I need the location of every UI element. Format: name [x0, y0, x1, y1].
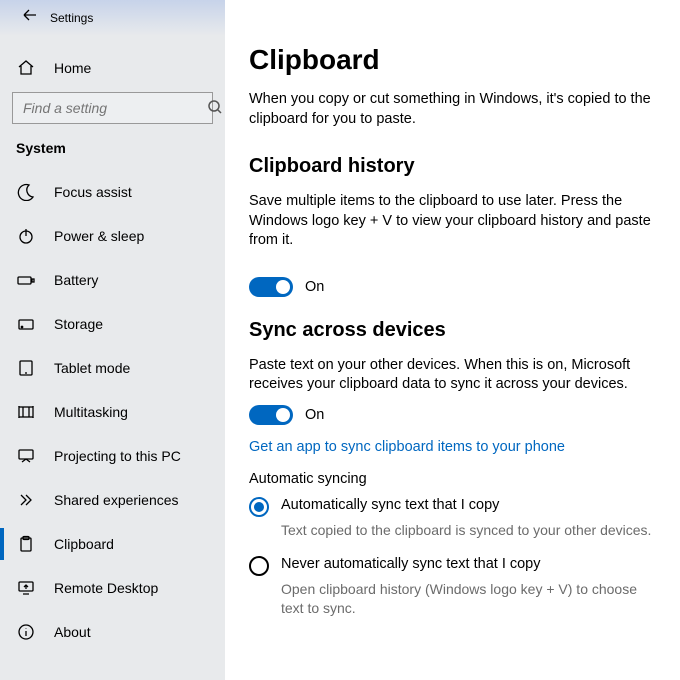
section-heading-history: Clipboard history — [249, 155, 656, 178]
sidebar-item-label: Clipboard — [54, 536, 114, 552]
sidebar-nav-list: Focus assist Power & sleep Battery Stora… — [0, 170, 225, 654]
info-icon — [16, 622, 36, 642]
sidebar-item-tablet-mode[interactable]: Tablet mode — [0, 346, 225, 390]
projecting-icon — [16, 446, 36, 466]
page-intro: When you copy or cut something in Window… — [249, 90, 656, 129]
sidebar-item-home[interactable]: Home — [0, 50, 225, 86]
subheading-auto-sync: Automatic syncing — [249, 471, 656, 487]
search-icon — [207, 99, 223, 118]
back-button[interactable] — [12, 0, 48, 30]
sidebar-item-label: Multitasking — [54, 404, 128, 420]
storage-icon — [16, 314, 36, 334]
page-title: Clipboard — [249, 44, 656, 76]
sidebar-section-header: System — [0, 134, 225, 162]
remote-desktop-icon — [16, 578, 36, 598]
sidebar-item-label: Projecting to this PC — [54, 448, 181, 464]
shared-icon — [16, 490, 36, 510]
clipboard-icon — [16, 534, 36, 554]
sidebar-item-label: Storage — [54, 316, 103, 332]
main-content: Clipboard When you copy or cut something… — [225, 0, 680, 680]
sidebar-item-label: Power & sleep — [54, 228, 144, 244]
section-heading-sync: Sync across devices — [249, 319, 656, 342]
sidebar-item-storage[interactable]: Storage — [0, 302, 225, 346]
radio-sublabel: Text copied to the clipboard is synced t… — [281, 521, 656, 540]
tablet-icon — [16, 358, 36, 378]
section-desc-history: Save multiple items to the clipboard to … — [249, 192, 656, 251]
sidebar-item-label: Tablet mode — [54, 360, 130, 376]
radio-sublabel: Open clipboard history (Windows logo key… — [281, 580, 656, 618]
radio-auto-sync-off[interactable] — [249, 556, 269, 576]
sidebar-item-shared-experiences[interactable]: Shared experiences — [0, 478, 225, 522]
sidebar-item-projecting[interactable]: Projecting to this PC — [0, 434, 225, 478]
sidebar: Settings Home System Focus assist — [0, 0, 225, 680]
sidebar-item-remote-desktop[interactable]: Remote Desktop — [0, 566, 225, 610]
sidebar-item-label: Battery — [54, 272, 98, 288]
link-sync-app[interactable]: Get an app to sync clipboard items to yo… — [249, 439, 656, 455]
window-title: Settings — [50, 11, 93, 30]
sidebar-item-label: Remote Desktop — [54, 580, 158, 596]
sidebar-item-label: Focus assist — [54, 184, 132, 200]
power-icon — [16, 226, 36, 246]
moon-icon — [16, 182, 36, 202]
radio-label: Automatically sync text that I copy — [281, 497, 499, 513]
sidebar-item-focus-assist[interactable]: Focus assist — [0, 170, 225, 214]
sidebar-item-label: Home — [54, 60, 91, 76]
toggle-state-label: On — [305, 279, 324, 295]
multitasking-icon — [16, 402, 36, 422]
sidebar-item-multitasking[interactable]: Multitasking — [0, 390, 225, 434]
sidebar-item-power-sleep[interactable]: Power & sleep — [0, 214, 225, 258]
search-field[interactable] — [12, 92, 213, 124]
titlebar: Settings — [0, 0, 225, 30]
radio-label: Never automatically sync text that I cop… — [281, 556, 541, 572]
toggle-sync-devices[interactable] — [249, 405, 293, 425]
battery-icon — [16, 270, 36, 290]
sidebar-item-about[interactable]: About — [0, 610, 225, 654]
toggle-state-label: On — [305, 407, 324, 423]
search-input[interactable] — [21, 99, 207, 117]
section-desc-sync: Paste text on your other devices. When t… — [249, 356, 656, 395]
sidebar-item-battery[interactable]: Battery — [0, 258, 225, 302]
sidebar-item-label: Shared experiences — [54, 492, 179, 508]
sidebar-item-clipboard[interactable]: Clipboard — [0, 522, 225, 566]
toggle-clipboard-history[interactable] — [249, 277, 293, 297]
sidebar-item-label: About — [54, 624, 91, 640]
radio-auto-sync-on[interactable] — [249, 497, 269, 517]
home-icon — [16, 58, 36, 78]
